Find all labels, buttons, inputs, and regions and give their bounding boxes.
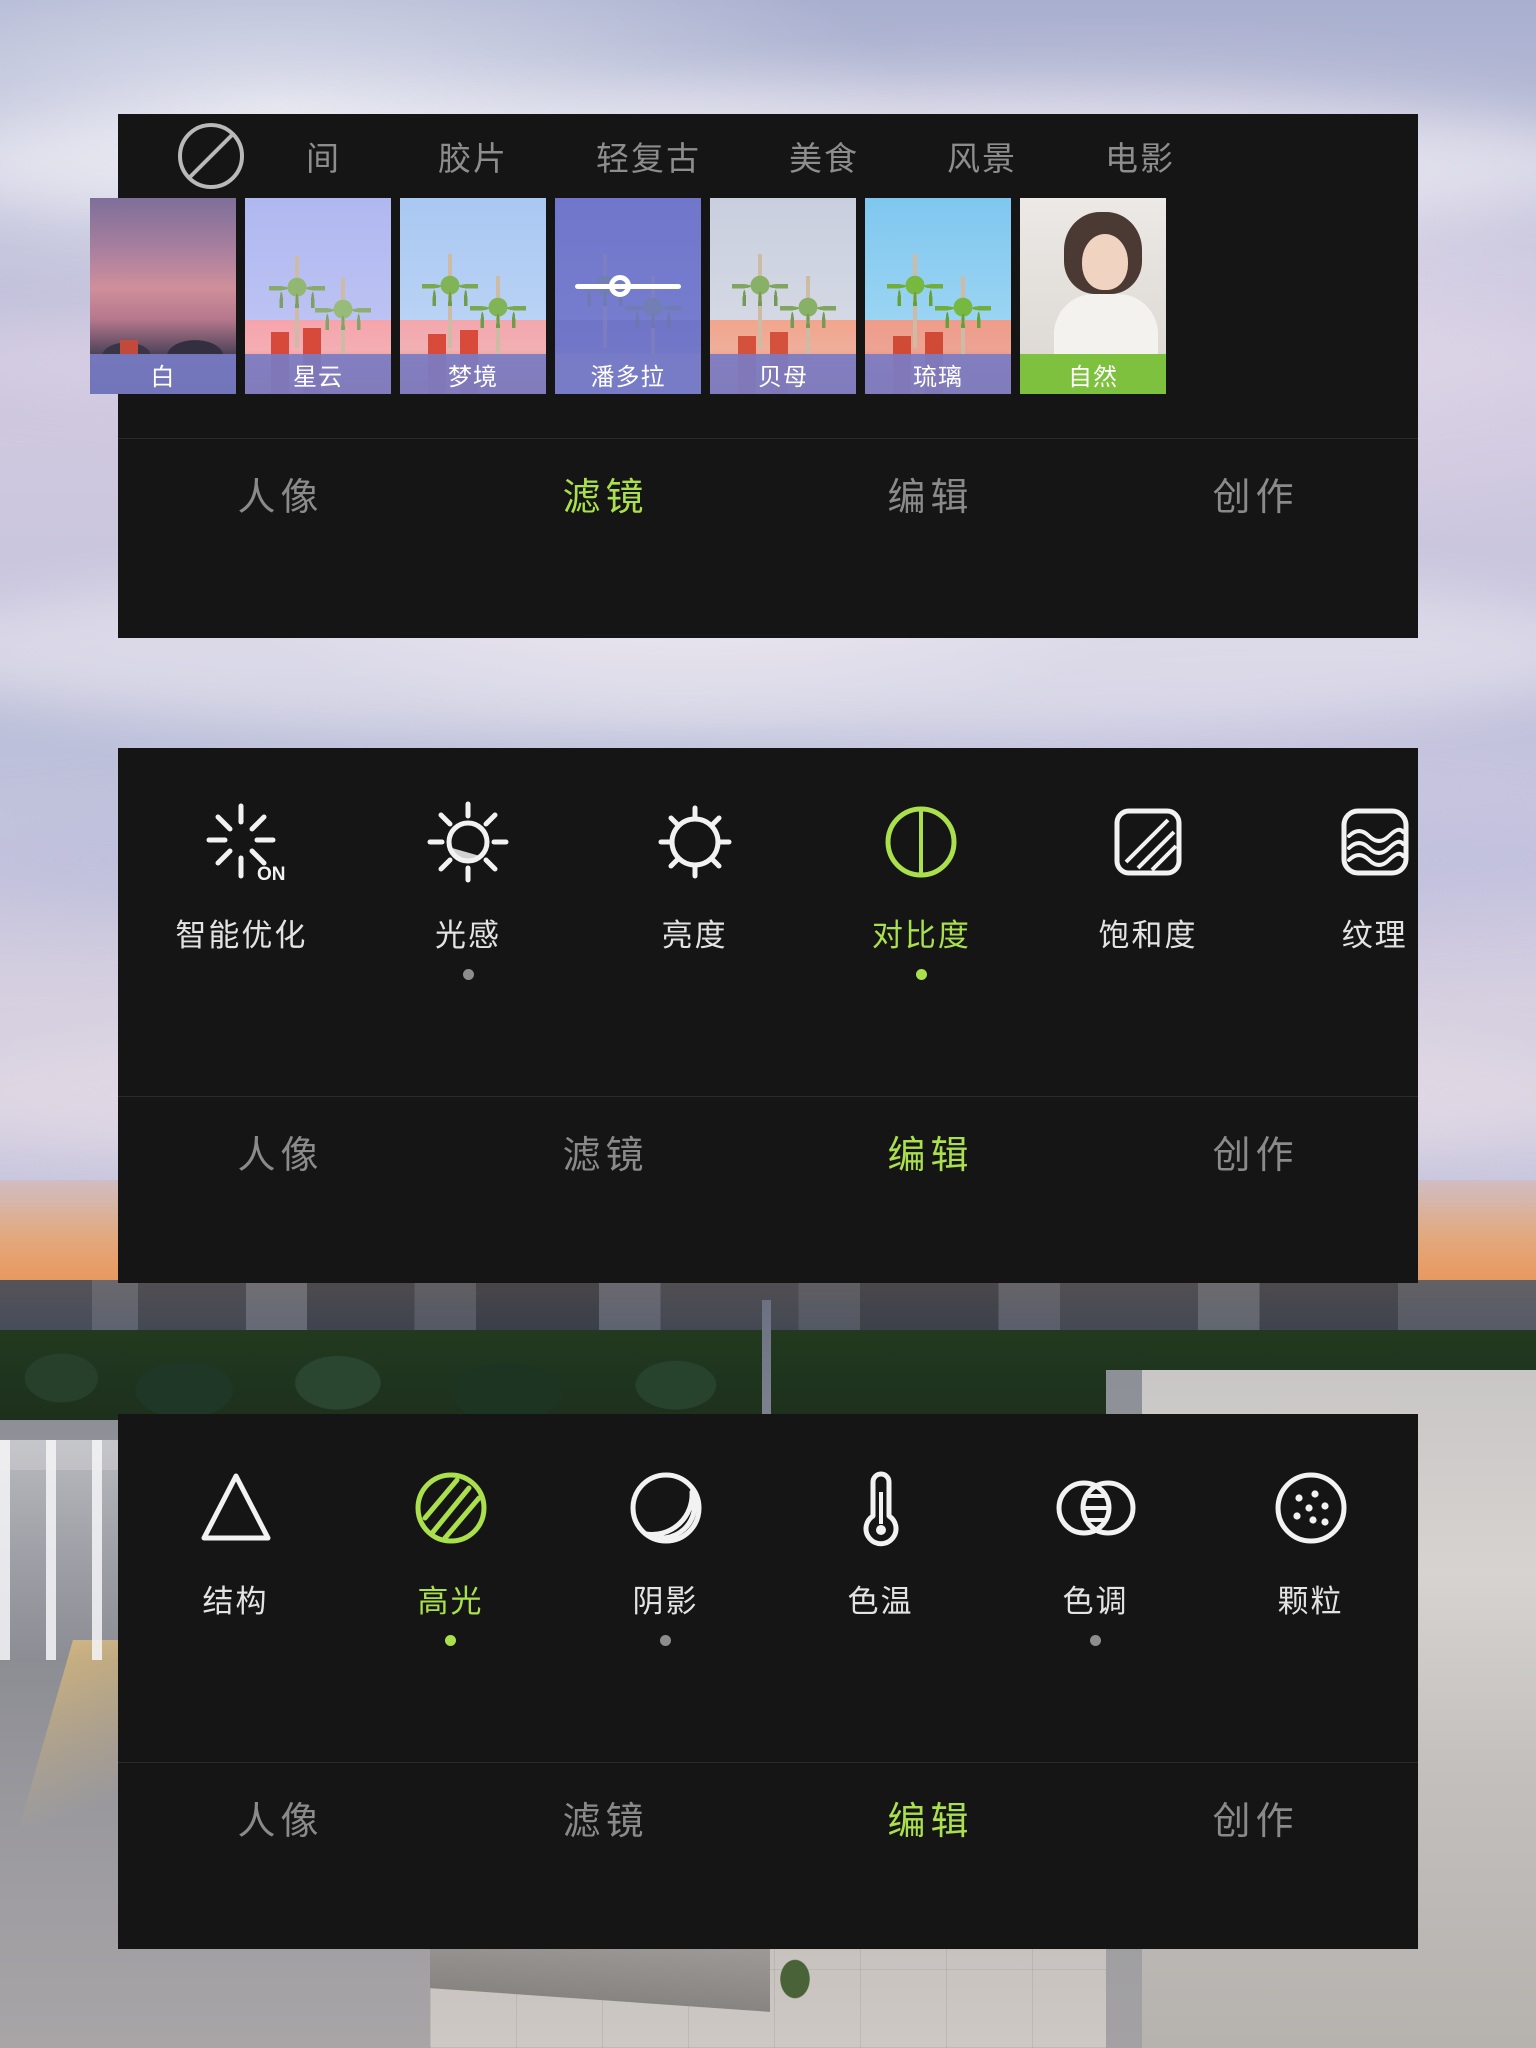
bottom-navbar: 人像 滤镜 编辑 创作	[118, 1762, 1418, 1872]
filter-thumbnail[interactable]: 琉璃	[865, 198, 1011, 394]
brightness-sun-icon	[649, 796, 741, 888]
filter-thumbnail[interactable]: 白	[90, 198, 236, 394]
no-filter-button[interactable]	[174, 119, 248, 193]
filter-intensity-slider[interactable]	[575, 275, 681, 297]
circle-slash-icon	[178, 123, 244, 189]
filter-thumbnail-label: 白	[90, 354, 236, 394]
tool-adjust-dot	[230, 1635, 241, 1646]
tab-food[interactable]: 美食	[789, 132, 859, 180]
nav-create[interactable]: 创作	[1093, 466, 1418, 521]
tool-label: 颗粒	[1277, 1584, 1344, 1619]
nav-portrait[interactable]: 人像	[118, 466, 443, 521]
nav-create[interactable]: 创作	[1093, 1124, 1418, 1179]
tool-label: 阴影	[632, 1584, 699, 1619]
tool-label: 高光	[417, 1584, 484, 1619]
exposure-sun-icon	[422, 796, 514, 888]
filter-thumbnail-strip[interactable]: 白 星云 梦境 潘多拉 贝母 琉璃 自然	[90, 198, 1418, 398]
temperature-thermometer-icon	[835, 1462, 927, 1554]
tool-tint[interactable]: 色调	[988, 1462, 1203, 1646]
slider-knob[interactable]	[609, 275, 631, 297]
tab-retro[interactable]: 轻复古	[596, 132, 701, 180]
tool-adjust-dot	[660, 1635, 671, 1646]
tool-grain[interactable]: 颗粒	[1203, 1462, 1418, 1646]
filter-thumbnail[interactable]: 星云	[245, 198, 391, 394]
tool-adjust-dot	[462, 969, 474, 980]
filter-thumbnail-label: 梦境	[400, 354, 546, 394]
tool-label: 色温	[847, 1584, 914, 1619]
tool-texture[interactable]: 纹理	[1261, 796, 1488, 980]
tool-shadow[interactable]: 阴影	[558, 1462, 773, 1646]
filter-thumbnail-label: 星云	[245, 354, 391, 394]
tool-adjust-dot	[1369, 969, 1380, 980]
tool-label: 光感	[435, 918, 501, 953]
tool-adjust-dot	[915, 969, 927, 980]
tool-temperature[interactable]: 色温	[773, 1462, 988, 1646]
shadow-moon-icon	[620, 1462, 712, 1554]
tool-auto-enhance[interactable]: ON 智能优化	[128, 796, 355, 980]
tool-saturation[interactable]: 饱和度	[1035, 796, 1262, 980]
edit-panel-tone: 结构 高光 阴影 色温 色调 颗粒 人像 滤镜 编辑 创作	[118, 1414, 1418, 1949]
tool-contrast[interactable]: 对比度	[808, 796, 1035, 980]
tool-label: 饱和度	[1098, 918, 1198, 953]
nav-create[interactable]: 创作	[1093, 1790, 1418, 1845]
nav-edit[interactable]: 编辑	[768, 466, 1093, 521]
tint-venn-icon	[1050, 1462, 1142, 1554]
filter-thumbnail-label: 贝母	[710, 354, 856, 394]
tool-structure[interactable]: 结构	[128, 1462, 343, 1646]
filter-thumbnail[interactable]: 自然	[1020, 198, 1166, 394]
tool-highlight[interactable]: 高光	[343, 1462, 558, 1646]
tab-movie[interactable]: 电影	[1105, 132, 1175, 180]
edit-panel-light: ON 智能优化 光感 亮度 对比度 饱和度 纹理 人像 滤镜 编辑 创作	[118, 748, 1418, 1283]
nav-edit[interactable]: 编辑	[768, 1124, 1093, 1179]
svg-text:ON: ON	[257, 864, 286, 885]
grain-dots-icon	[1265, 1462, 1357, 1554]
edit-tool-row-tone: 结构 高光 阴影 色温 色调 颗粒	[118, 1414, 1418, 1714]
nav-filter[interactable]: 滤镜	[443, 466, 768, 521]
tool-adjust-dot	[1305, 1635, 1316, 1646]
filter-thumbnail-label: 潘多拉	[555, 354, 701, 394]
filter-thumbnail-selected[interactable]: 潘多拉	[555, 198, 701, 394]
tab-clipped[interactable]: 间	[306, 132, 352, 180]
structure-triangle-icon	[190, 1462, 282, 1554]
filter-panel: 间 胶片 轻复古 美食 风景 电影 白 星云 梦境 潘多拉 贝母 琉璃 自然 人…	[90, 114, 1418, 638]
nav-portrait[interactable]: 人像	[118, 1124, 443, 1179]
tool-adjust-dot	[875, 1635, 886, 1646]
tool-adjust-dot	[236, 969, 247, 980]
bottom-navbar: 人像 滤镜 编辑 创作	[118, 438, 1418, 548]
highlight-hatched-circle-icon	[405, 1462, 497, 1554]
tool-adjust-dot	[689, 969, 700, 980]
filter-category-tabs: 间 胶片 轻复古 美食 风景 电影	[118, 114, 1418, 198]
nav-portrait[interactable]: 人像	[118, 1790, 443, 1845]
tool-adjust-dot	[1090, 1635, 1101, 1646]
tool-brightness[interactable]: 亮度	[581, 796, 808, 980]
filter-thumbnail-label: 琉璃	[865, 354, 1011, 394]
tool-label: 结构	[202, 1584, 269, 1619]
edit-tool-row-light: ON 智能优化 光感 亮度 对比度 饱和度 纹理	[118, 748, 1418, 1048]
texture-wave-icon	[1329, 796, 1421, 888]
nav-edit[interactable]: 编辑	[768, 1790, 1093, 1845]
filter-thumbnail-label: 自然	[1020, 354, 1166, 394]
tab-film[interactable]: 胶片	[438, 132, 508, 180]
tool-label: 对比度	[871, 918, 971, 953]
nav-filter[interactable]: 滤镜	[443, 1124, 768, 1179]
auto-enhance-on-icon: ON	[195, 796, 287, 888]
tool-exposure[interactable]: 光感	[355, 796, 582, 980]
tool-label: 纹理	[1341, 918, 1408, 953]
saturation-square-icon	[1102, 796, 1194, 888]
tool-label: 智能优化	[175, 918, 308, 953]
tool-adjust-dot	[445, 1635, 456, 1646]
tab-scenery[interactable]: 风景	[947, 132, 1017, 180]
nav-filter[interactable]: 滤镜	[443, 1790, 768, 1845]
contrast-circle-icon	[875, 796, 967, 888]
tool-adjust-dot	[1143, 969, 1154, 980]
filter-thumbnail[interactable]: 梦境	[400, 198, 546, 394]
bottom-navbar: 人像 滤镜 编辑 创作	[118, 1096, 1418, 1206]
tool-label: 色调	[1062, 1584, 1129, 1619]
filter-thumbnail[interactable]: 贝母	[710, 198, 856, 394]
tool-label: 亮度	[661, 918, 728, 953]
